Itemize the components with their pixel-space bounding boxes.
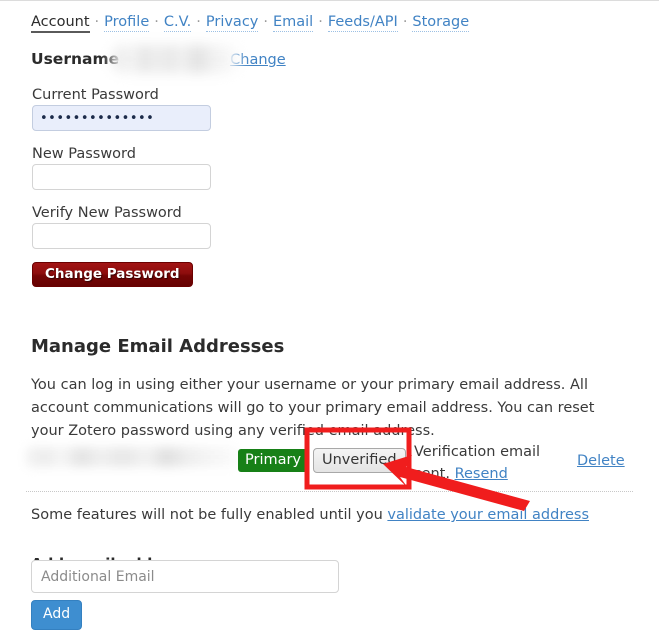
tab-storage[interactable]: Storage bbox=[412, 14, 470, 32]
tab-account[interactable]: Account bbox=[31, 14, 90, 33]
current-password-label: Current Password bbox=[32, 87, 159, 103]
tab-privacy[interactable]: Privacy bbox=[205, 14, 259, 32]
manage-email-description: You can log in using either your usernam… bbox=[31, 376, 595, 439]
unverified-button[interactable]: Unverified bbox=[313, 448, 406, 473]
verification-status-text: Verification email sent. Resend bbox=[414, 441, 549, 485]
change-password-button[interactable]: Change Password bbox=[32, 262, 193, 287]
tab-feeds-api[interactable]: Feeds/API bbox=[327, 14, 398, 32]
nav-separator: · bbox=[402, 14, 408, 30]
manage-email-heading: Manage Email Addresses bbox=[31, 335, 285, 357]
add-email-button[interactable]: Add bbox=[31, 600, 83, 630]
account-settings-page: Account · Profile · C.V. · Privacy · Email · Feeds… bbox=[0, 0, 659, 642]
validate-email-notice: Some features will not be fully enabled … bbox=[31, 505, 589, 525]
delete-email-link[interactable]: Delete bbox=[577, 453, 625, 469]
nav-separator: · bbox=[263, 14, 268, 30]
nav-separator: · bbox=[318, 14, 323, 30]
resend-verification-link[interactable]: Resend bbox=[455, 466, 508, 482]
settings-tab-nav: Account · Profile · C.V. · Privacy · Email · Feeds… bbox=[31, 12, 470, 33]
redaction-blur-username bbox=[110, 45, 240, 73]
additional-email-input[interactable] bbox=[31, 560, 339, 593]
tab-profile[interactable]: Profile bbox=[104, 14, 150, 32]
redaction-blur-email bbox=[26, 447, 238, 467]
validate-notice-text: Some features will not be fully enabled … bbox=[31, 507, 383, 523]
tab-cv[interactable]: C.V. bbox=[163, 14, 192, 32]
new-password-input[interactable] bbox=[32, 164, 211, 190]
validate-email-link[interactable]: validate your email address bbox=[387, 507, 589, 523]
tab-email[interactable]: Email bbox=[272, 14, 314, 32]
current-password-input[interactable] bbox=[32, 105, 211, 131]
verify-new-password-input[interactable] bbox=[32, 223, 211, 249]
email-row-divider bbox=[26, 491, 633, 492]
nav-separator: · bbox=[196, 14, 201, 30]
nav-separator: · bbox=[94, 14, 100, 30]
username-label: Username bbox=[31, 50, 120, 68]
new-password-label: New Password bbox=[32, 146, 136, 162]
primary-badge: Primary bbox=[238, 449, 309, 472]
verify-new-password-label: Verify New Password bbox=[32, 205, 182, 221]
nav-separator: · bbox=[154, 14, 159, 30]
